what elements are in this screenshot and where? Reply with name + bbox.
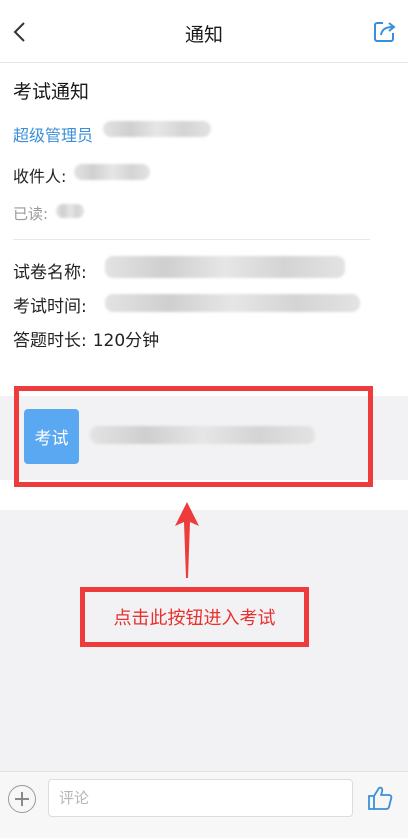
duration-row: 答题时长: 120分钟 (13, 326, 159, 351)
add-attachment-button[interactable] (8, 785, 36, 813)
page-title: 通知 (184, 24, 223, 46)
redacted-recipient (74, 164, 150, 180)
redacted-sender-detail (103, 121, 211, 137)
duration-value: 120分钟 (92, 331, 160, 351)
redacted-exam-time (105, 294, 360, 312)
paper-name-label: 试卷名称: (13, 263, 87, 283)
exam-card[interactable]: 考试 (0, 396, 408, 480)
divider (13, 239, 370, 240)
redacted-read-count (56, 204, 84, 218)
comment-bar (0, 771, 408, 838)
comment-input[interactable] (48, 779, 353, 817)
exam-time-label: 考试时间: (13, 297, 87, 317)
share-icon[interactable] (372, 18, 398, 44)
redacted-paper-name (105, 256, 345, 278)
sender-name[interactable]: 超级管理员 (13, 122, 93, 146)
paper-name-row: 试卷名称: (13, 258, 87, 283)
start-exam-button[interactable]: 考试 (24, 409, 79, 464)
read-label: 已读: (13, 205, 49, 223)
recipient-label: 收件人: (13, 167, 67, 186)
redacted-exam-title (90, 426, 315, 444)
top-nav-bar: 通知 (0, 0, 408, 63)
notice-title: 考试通知 (13, 81, 90, 103)
annotation-callout: 点击此按钮进入考试 (80, 587, 309, 647)
exam-time-row: 考试时间: (13, 292, 87, 317)
duration-label: 答题时长: (13, 331, 87, 351)
up-arrow-annotation (175, 502, 199, 578)
thumbs-up-icon[interactable] (366, 784, 394, 812)
